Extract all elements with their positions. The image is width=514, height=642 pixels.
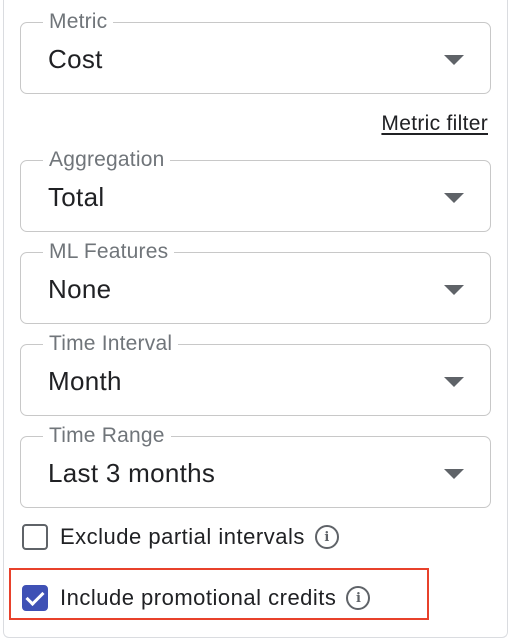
ml-features-select[interactable]: ML Features None — [20, 239, 491, 324]
include-promotional-credits-checkbox[interactable] — [22, 585, 48, 611]
include-promotional-credits-label[interactable]: Include promotional credits — [60, 585, 336, 611]
caret-down-icon — [444, 55, 464, 65]
caret-down-icon — [444, 469, 464, 479]
caret-down-icon — [444, 193, 464, 203]
aggregation-value: Total — [48, 182, 105, 212]
metric-filter-link[interactable]: Metric filter — [381, 112, 488, 136]
caret-down-icon — [444, 377, 464, 387]
time-range-value: Last 3 months — [48, 458, 216, 488]
aggregation-label: Aggregation — [43, 147, 171, 173]
time-interval-value: Month — [48, 366, 122, 396]
time-range-select[interactable]: Time Range Last 3 months — [20, 423, 491, 508]
ml-features-label: ML Features — [43, 239, 175, 265]
ml-features-value: None — [48, 274, 112, 304]
info-circle-icon[interactable]: i — [314, 525, 339, 549]
exclude-partial-intervals-label[interactable]: Exclude partial intervals — [60, 524, 305, 550]
metric-select[interactable]: Metric Cost — [20, 9, 491, 94]
include-promotional-credits-row: Include promotional credits i — [22, 582, 371, 614]
metric-value: Cost — [48, 44, 103, 74]
exclude-partial-intervals-checkbox[interactable] — [22, 524, 48, 550]
metric-label: Metric — [43, 9, 114, 35]
time-interval-label: Time Interval — [43, 331, 179, 357]
time-range-label: Time Range — [43, 423, 171, 449]
aggregation-select[interactable]: Aggregation Total — [20, 147, 491, 232]
info-circle-icon[interactable]: i — [346, 586, 371, 610]
exclude-partial-intervals-row: Exclude partial intervals i — [22, 521, 339, 553]
caret-down-icon — [444, 285, 464, 295]
time-interval-select[interactable]: Time Interval Month — [20, 331, 491, 416]
